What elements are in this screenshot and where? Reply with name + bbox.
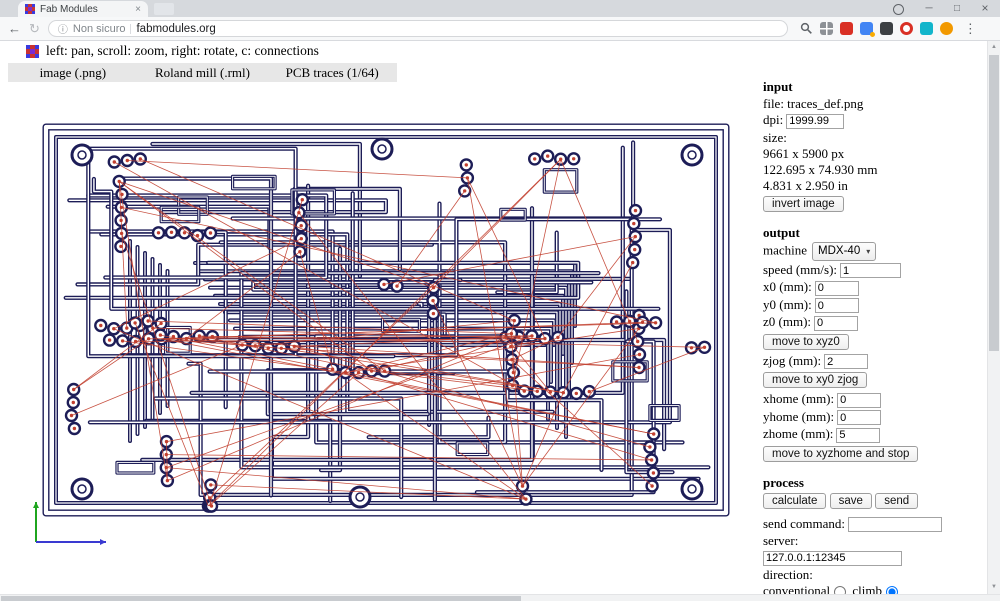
pcb-canvas[interactable] <box>30 111 742 529</box>
x0-input[interactable] <box>814 280 859 296</box>
url-box[interactable]: ⓘ Non sicuro fabmodules.org <box>47 20 788 37</box>
machine-label: machine <box>763 242 808 257</box>
profile-icon[interactable] <box>893 4 904 15</box>
dpi-label: dpi: <box>763 112 784 127</box>
window-maximize-icon[interactable]: □ <box>944 0 970 17</box>
output-heading: output <box>763 224 800 240</box>
save-button[interactable]: save <box>829 492 872 509</box>
menu-input-format[interactable]: image (.png) <box>8 63 138 82</box>
file-label: file: traces_def.png <box>763 96 864 111</box>
back-icon[interactable]: ← <box>8 22 21 35</box>
size-in: 4.831 x 2.950 in <box>763 177 848 193</box>
orange-extension-icon[interactable] <box>939 22 953 35</box>
tab-close-icon[interactable]: × <box>135 4 141 15</box>
z0-label: z0 (mm): <box>763 314 812 330</box>
menu-output-format[interactable]: Roland mill (.rml) <box>138 63 268 82</box>
scroll-up-icon[interactable]: ▲ <box>988 41 1000 54</box>
size-label: size: <box>763 129 787 145</box>
xhome-input[interactable] <box>837 392 882 408</box>
page-content: left: pan, scroll: zoom, right: rotate, … <box>0 41 987 594</box>
y0-input[interactable] <box>814 298 859 314</box>
machine-select[interactable]: MDX-40 ▾ <box>812 241 877 261</box>
machine-select-value: MDX-40 <box>818 244 861 257</box>
speed-input[interactable] <box>840 263 902 279</box>
control-panel: input file: traces_def.png dpi: size: 96… <box>763 79 987 594</box>
horizontal-scroll-thumb[interactable] <box>1 596 521 601</box>
direction-label: direction: <box>763 566 813 582</box>
vertical-scrollbar[interactable]: ▲ ▼ <box>987 41 1000 594</box>
url-separator <box>130 23 132 34</box>
server-input[interactable] <box>763 550 902 566</box>
send-command-input[interactable] <box>847 517 942 533</box>
climb-label: climb <box>852 582 883 594</box>
z0-input[interactable] <box>814 315 859 331</box>
zhome-label: zhome (mm): <box>763 426 834 442</box>
send-button[interactable]: send <box>875 492 919 509</box>
zoom-lens-icon[interactable] <box>800 22 813 35</box>
move-to-xyzhome-button[interactable]: move to xyzhome and stop <box>763 445 919 462</box>
favicon <box>25 4 35 14</box>
input-heading: input <box>763 79 793 94</box>
yhome-label: yhome (mm): <box>763 408 835 424</box>
menu-kebab-icon[interactable]: ⋮ <box>964 21 977 37</box>
server-label: server: <box>763 533 799 549</box>
conventional-radio[interactable] <box>834 585 847 594</box>
menu-process[interactable]: PCB traces (1/64) <box>267 63 397 82</box>
address-bar: ← ↻ ⓘ Non sicuro fabmodules.org ⋮ <box>0 17 1000 41</box>
grid-extension-icon[interactable] <box>819 22 833 35</box>
blue-extension-icon[interactable] <box>859 22 875 37</box>
move-to-xyz0-button[interactable]: move to xyz0 <box>763 333 849 350</box>
dpi-input[interactable] <box>786 113 845 129</box>
browser-tab-strip: Fab Modules × ─ □ × <box>0 0 1000 17</box>
speed-label: speed (mm/s): <box>763 261 838 277</box>
red-ring-extension-icon[interactable] <box>899 22 913 35</box>
size-px: 9661 x 5900 px <box>763 145 845 161</box>
move-to-xy0-zjog-button[interactable]: move to xy0 zjog <box>763 372 868 389</box>
climb-radio[interactable] <box>886 585 899 594</box>
size-mm: 122.695 x 74.930 mm <box>763 161 878 177</box>
interaction-hint: left: pan, scroll: zoom, right: rotate, … <box>46 43 319 58</box>
zjog-label: zjog (mm): <box>763 352 822 368</box>
window-close-icon[interactable]: × <box>972 0 998 17</box>
zhome-input[interactable] <box>836 427 881 443</box>
pdf-extension-icon[interactable] <box>839 22 853 35</box>
fab-modules-logo <box>26 45 39 58</box>
yhome-input[interactable] <box>837 410 882 426</box>
tab-title: Fab Modules <box>40 3 98 15</box>
y0-label: y0 (mm): <box>763 296 812 312</box>
security-label: Non sicuro <box>72 22 126 35</box>
browser-tab[interactable]: Fab Modules × <box>18 1 148 17</box>
process-heading: process <box>763 474 804 490</box>
send-command-label: send command: <box>763 515 845 531</box>
conventional-label: conventional <box>763 582 831 594</box>
x0-label: x0 (mm): <box>763 279 812 295</box>
invert-image-button[interactable]: invert image <box>763 195 844 212</box>
vertical-scroll-thumb[interactable] <box>989 55 999 351</box>
format-menubar: image (.png) Roland mill (.rml) PCB trac… <box>8 63 397 82</box>
teal-extension-icon[interactable] <box>919 22 933 35</box>
scroll-down-icon[interactable]: ▼ <box>988 581 1000 594</box>
horizontal-scrollbar[interactable] <box>0 594 1000 601</box>
axis-indicator <box>33 502 106 545</box>
chevron-down-icon: ▾ <box>866 246 871 256</box>
info-icon[interactable]: ⓘ <box>58 21 68 36</box>
dark-extension-icon[interactable] <box>879 22 893 35</box>
extension-badge <box>869 32 875 37</box>
url-text: fabmodules.org <box>136 22 216 35</box>
xhome-label: xhome (mm): <box>763 391 835 407</box>
new-tab-button[interactable] <box>154 3 174 15</box>
extensions-row: ⋮ <box>800 21 977 37</box>
refresh-icon[interactable]: ↻ <box>29 22 40 35</box>
calculate-button[interactable]: calculate <box>763 492 827 509</box>
window-minimize-icon[interactable]: ─ <box>916 0 942 17</box>
zjog-input[interactable] <box>824 354 869 370</box>
